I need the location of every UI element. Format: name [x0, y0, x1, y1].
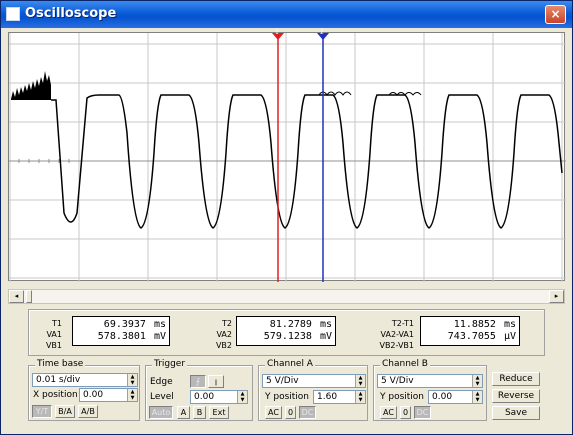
scroll-right-button[interactable]: ▸ [549, 290, 564, 303]
scroll-left-button[interactable]: ◂ [9, 290, 24, 303]
reverse-button[interactable]: Reverse [492, 389, 540, 403]
timebase-select[interactable]: 0.01 s/div ▲ ▼ [32, 373, 138, 387]
app-icon [6, 7, 20, 21]
rising-edge-icon[interactable]: ⨍ [190, 375, 206, 388]
t1-value: 69.3937 [103, 319, 146, 330]
t1-labels: T1 VA1 VB1 [32, 318, 62, 351]
t1-readout: 69.3937 ms 578.3801 mV [72, 316, 170, 346]
oscilloscope-window: Oscilloscope × 1 2 ◂ ▸ T1 VA1 VB1 69.393… [0, 0, 573, 435]
save-button[interactable]: Save [492, 406, 540, 420]
channel-b-ac-button[interactable]: AC [380, 406, 397, 419]
auto-button[interactable]: Auto [149, 406, 173, 419]
t2-readout: 81.2789 ms 579.1238 mV [236, 316, 336, 346]
va2-unit: mV [319, 331, 332, 342]
timebase-value: 0.01 s/div [36, 375, 81, 385]
va2-va1-label: VA2-VA1 [380, 330, 414, 339]
channel-b-ypos-input[interactable]: 0.00 ▲ ▼ [428, 390, 483, 404]
scroll-thumb[interactable] [26, 290, 32, 303]
channel-a-ac-button[interactable]: AC [265, 406, 282, 419]
t2-t1-label: T2-T1 [391, 319, 414, 328]
t2-value: 81.2789 [269, 319, 312, 330]
window-title: Oscilloscope [25, 6, 117, 21]
yt-button[interactable]: Y/T [32, 405, 52, 418]
channel-b-ypos-label: Y position [380, 392, 425, 402]
channel-a-ypos-value: 1.60 [317, 392, 338, 402]
level-spinner[interactable]: ▲ ▼ [237, 391, 247, 403]
trigger-b-button[interactable]: B [193, 406, 206, 419]
t2-labels: T2 VA2 VB2 [202, 318, 232, 351]
level-value: 0.00 [194, 392, 215, 402]
channel-b-ypos-value: 0.00 [432, 392, 453, 402]
vb2-label: VB2 [215, 341, 232, 350]
xpos-spinner[interactable]: ▲ ▼ [127, 389, 137, 401]
ext-button[interactable]: Ext [209, 406, 229, 419]
channel-a-dc-button[interactable]: DC [299, 406, 316, 419]
ba-button[interactable]: B/A [55, 405, 75, 418]
channel-b-scale-spinner[interactable]: ▲ ▼ [472, 375, 482, 387]
vb2-vb1-label: VB2-VB1 [379, 341, 414, 350]
va1-value: 578.3801 [97, 331, 146, 342]
channel-a-scale-select[interactable]: 5 V/Div ▲ ▼ [262, 374, 366, 388]
channel-a-title: Channel A [265, 359, 315, 369]
xpos-value: 0.00 [83, 390, 104, 400]
channel-a-ypos-spinner[interactable]: ▲ ▼ [355, 391, 365, 403]
close-button[interactable]: × [545, 5, 566, 24]
t2-unit: ms [319, 319, 332, 330]
xpos-label: X position [33, 390, 78, 400]
grid [9, 33, 566, 282]
level-input[interactable]: 0.00 ▲ ▼ [190, 390, 248, 404]
cursor-readouts: T1 VA1 VB1 69.3937 ms 578.3801 mV T2 VA2 V… [28, 309, 545, 356]
reduce-button[interactable]: Reduce [492, 372, 540, 386]
channel-a-ypos-label: Y position [265, 392, 310, 402]
t2-label: T2 [222, 319, 232, 328]
xpos-input[interactable]: 0.00 ▲ ▼ [79, 388, 138, 402]
vb1-label: VB1 [45, 341, 62, 350]
channel-b-title: Channel B [380, 359, 430, 369]
channel-a-scale-value: 5 V/Div [266, 376, 299, 386]
edge-label: Edge [150, 377, 173, 387]
timebase-group: Time base 0.01 s/div ▲ ▼ X position 0.00 … [28, 359, 140, 421]
ab-button[interactable]: A/B [78, 405, 98, 418]
channel-a-scale-spinner[interactable]: ▲ ▼ [355, 375, 365, 387]
channel-b-scale-value: 5 V/Div [381, 376, 414, 386]
t1-label: T1 [52, 319, 62, 328]
trigger-title: Trigger [152, 359, 188, 369]
cursor-1-label[interactable]: 1 [275, 29, 279, 36]
channel-b-dc-button[interactable]: DC [414, 406, 431, 419]
noise-burst [11, 71, 51, 100]
channel-a-zero-button[interactable]: 0 [285, 406, 296, 419]
t2-t1-value: 11.8852 [453, 319, 496, 330]
channel-b-ypos-spinner[interactable]: ▲ ▼ [472, 391, 482, 403]
va2-va1-value: 743.7055 [447, 331, 496, 342]
va1-label: VA1 [46, 330, 62, 339]
falling-edge-icon[interactable]: ꞁ [208, 375, 224, 388]
timebase-spinner[interactable]: ▲ ▼ [127, 374, 137, 386]
t2-t1-unit: ms [503, 319, 516, 330]
channel-a-group: Channel A 5 V/Div ▲ ▼ Y position 1.60 ▲ ▼ … [258, 359, 368, 421]
scope-graticule [9, 33, 566, 282]
scope-display: 1 2 [8, 29, 566, 282]
va2-value: 579.1238 [263, 331, 312, 342]
va1-unit: mV [153, 331, 166, 342]
level-label: Level [150, 392, 174, 402]
title-bar[interactable]: Oscilloscope × [1, 1, 572, 28]
t1-unit: ms [153, 319, 166, 330]
cursor-2-label[interactable]: 2 [320, 29, 324, 36]
timebase-title: Time base [35, 359, 86, 369]
channel-b-group: Channel B 5 V/Div ▲ ▼ Y position 0.00 ▲ ▼ … [373, 359, 487, 421]
diff-labels: T2-T1 VA2-VA1 VB2-VB1 [372, 318, 414, 351]
trigger-a-button[interactable]: A [177, 406, 190, 419]
diff-readout: 11.8852 ms 743.7055 µV [420, 316, 520, 346]
channel-b-zero-button[interactable]: 0 [400, 406, 411, 419]
channel-b-scale-select[interactable]: 5 V/Div ▲ ▼ [377, 374, 483, 388]
va2-label: VA2 [216, 330, 232, 339]
horizontal-scrollbar[interactable]: ◂ ▸ [8, 289, 565, 304]
trigger-group: Trigger Edge ⨍ ꞁ Level 0.00 ▲ ▼ Auto A B … [145, 359, 253, 421]
channel-a-ypos-input[interactable]: 1.60 ▲ ▼ [313, 390, 366, 404]
va2-va1-unit: µV [503, 331, 516, 342]
